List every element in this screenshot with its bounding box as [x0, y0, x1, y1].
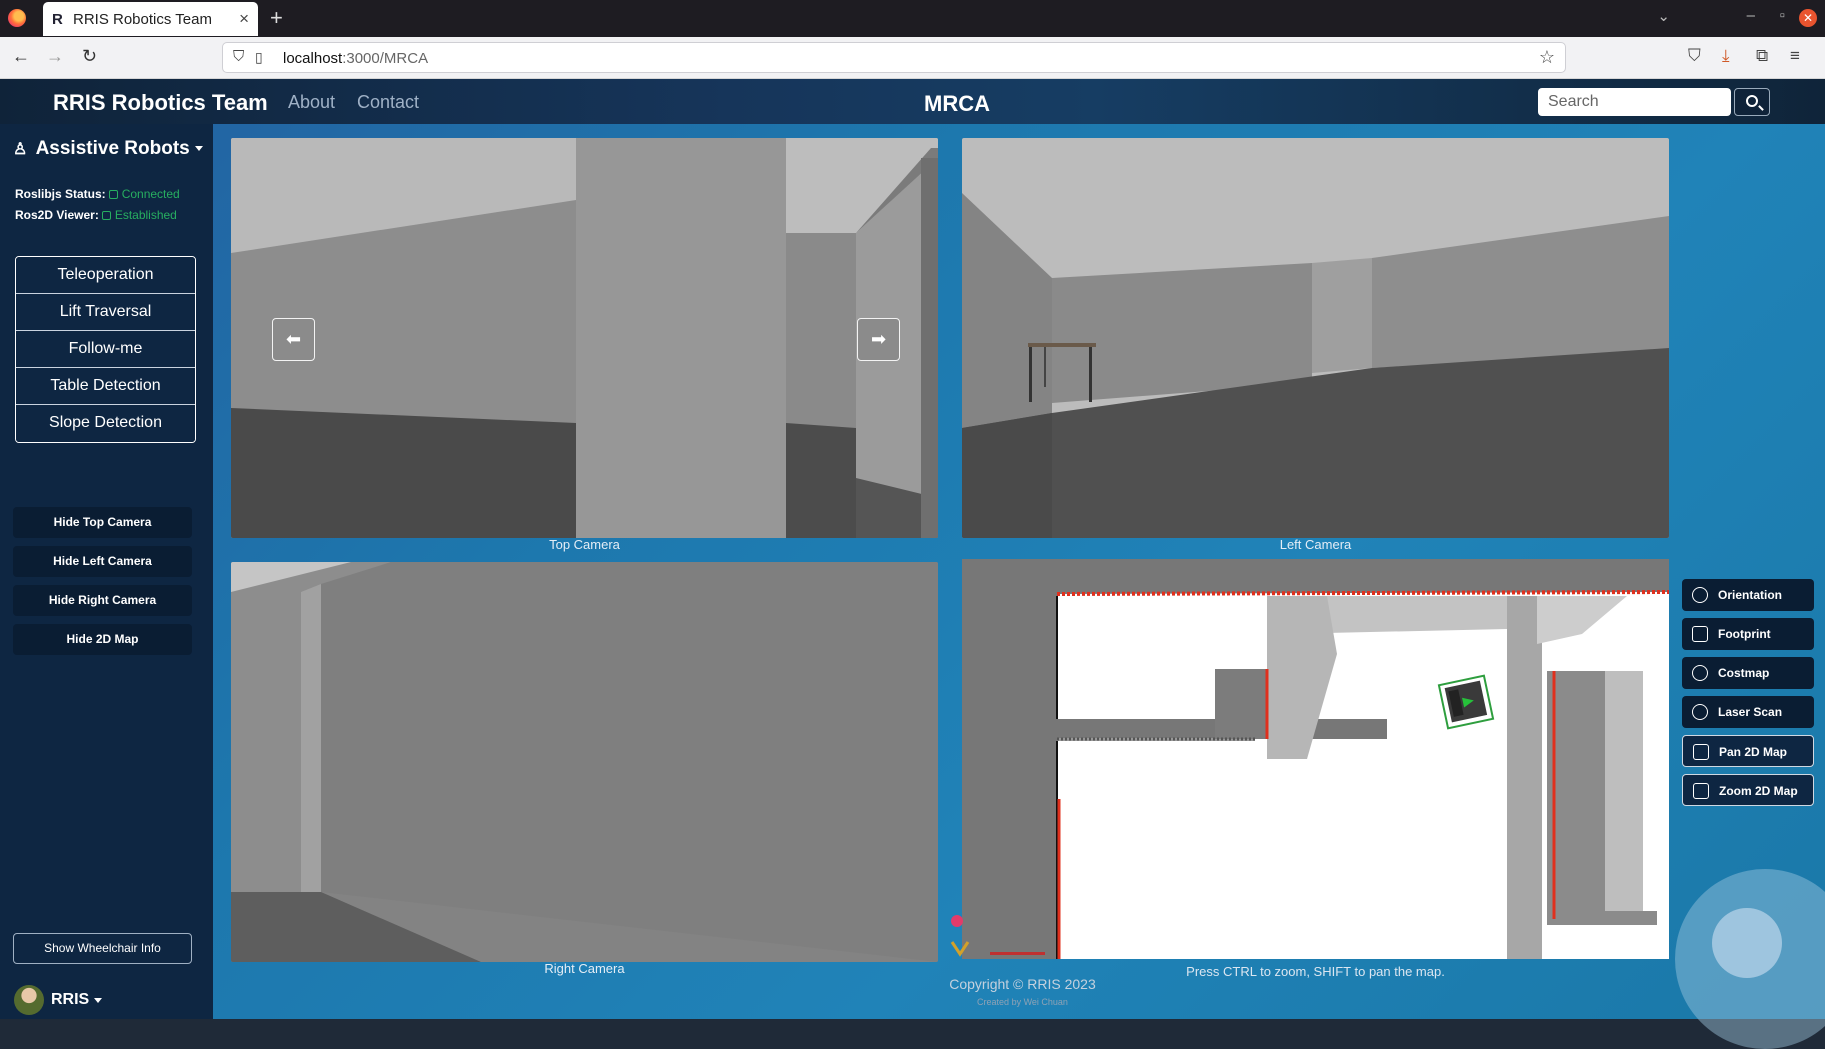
- sidebar: ♙ Assistive Robots Roslibjs Status: Conne…: [0, 124, 213, 1019]
- occupancy-grid-map: [962, 559, 1669, 959]
- roslibjs-status: Roslibjs Status: Connected: [15, 187, 180, 201]
- compass-icon: [1692, 587, 1708, 603]
- brand-title[interactable]: RRIS Robotics Team: [53, 90, 268, 116]
- minimize-icon[interactable]: –: [1747, 7, 1755, 24]
- app-root: RRIS Robotics Team About Contact MRCA ♙ …: [0, 79, 1825, 1049]
- hide-left-camera-button[interactable]: Hide Left Camera: [13, 546, 192, 577]
- footprint-button[interactable]: Footprint: [1682, 618, 1814, 650]
- pan-icon: [1693, 744, 1709, 760]
- search-icon: [1746, 95, 1758, 107]
- user-menu[interactable]: RRIS: [14, 985, 103, 1015]
- orientation-button[interactable]: Orientation: [1682, 579, 1814, 611]
- top-camera-view: [231, 138, 938, 538]
- right-camera-feed: [231, 562, 938, 962]
- camera-next-button[interactable]: ➡: [857, 318, 900, 361]
- app-navbar: RRIS Robotics Team About Contact MRCA: [0, 79, 1825, 124]
- costmap-button[interactable]: Costmap: [1682, 657, 1814, 689]
- laser-scan-button[interactable]: Laser Scan: [1682, 696, 1814, 728]
- tab-list-icon[interactable]: ⌄: [1657, 7, 1670, 25]
- footprint-icon: [1692, 626, 1708, 642]
- browser-toolbar: ← → ↻ ⛉ ▯ localhost:3000/MRCA ☆ ⛉ ⤓ ⧉ ≡: [0, 37, 1825, 79]
- status-badge: Established: [102, 208, 177, 222]
- page-title: MRCA: [924, 91, 990, 116]
- mode-teleoperation-button[interactable]: Teleoperation: [16, 257, 195, 294]
- mascot-logo-icon: [950, 915, 1045, 957]
- left-camera-view: [962, 138, 1669, 538]
- mode-button-group: Teleoperation Lift Traversal Follow-me T…: [15, 256, 196, 443]
- nav-contact[interactable]: Contact: [357, 92, 419, 113]
- firefox-icon: [8, 9, 26, 27]
- tab-close-icon[interactable]: ×: [239, 9, 249, 29]
- mode-table-detection-button[interactable]: Table Detection: [16, 368, 195, 405]
- favicon-icon: R: [52, 11, 63, 28]
- search-input[interactable]: [1538, 88, 1731, 116]
- joystick-knob[interactable]: [1712, 908, 1782, 978]
- mode-slope-detection-button[interactable]: Slope Detection: [16, 405, 195, 442]
- pocket-icon[interactable]: ⛉: [1688, 46, 1701, 66]
- downloads-icon[interactable]: ⤓: [1722, 46, 1730, 66]
- show-wheelchair-info-button[interactable]: Show Wheelchair Info: [13, 933, 192, 964]
- chevron-down-icon: [94, 997, 103, 1003]
- browser-chrome: R RRIS Robotics Team × + ⌄ – ▫ ✕ ← → ↻ ⛉…: [0, 0, 1825, 79]
- nav-about[interactable]: About: [288, 92, 335, 113]
- menu-icon[interactable]: ≡: [1790, 46, 1800, 66]
- mode-follow-me-button[interactable]: Follow-me: [16, 331, 195, 368]
- camera-prev-button[interactable]: ⬅: [272, 318, 315, 361]
- top-camera-feed: [231, 138, 938, 538]
- mode-lift-traversal-button[interactable]: Lift Traversal: [16, 294, 195, 331]
- chevron-down-icon: [194, 146, 203, 152]
- right-camera-label: Right Camera: [544, 961, 625, 976]
- shield-icon: ⛉: [233, 48, 245, 65]
- robot-icon: ♙: [13, 141, 28, 158]
- robot-selector-label: Assistive Robots: [35, 138, 190, 159]
- zoom-icon: [1693, 783, 1709, 799]
- right-camera-view: [231, 562, 938, 962]
- browser-tab[interactable]: R RRIS Robotics Team ×: [43, 2, 258, 36]
- top-camera-label: Top Camera: [549, 537, 620, 552]
- laser-icon: [1692, 704, 1708, 720]
- back-icon[interactable]: ←: [12, 46, 30, 67]
- page-info-icon: ▯: [255, 49, 263, 65]
- map-pin-icon: [1692, 665, 1708, 681]
- hide-top-camera-button[interactable]: Hide Top Camera: [13, 507, 192, 538]
- tab-title: RRIS Robotics Team: [73, 11, 212, 28]
- copyright: Copyright © RRIS 2023: [949, 976, 1096, 992]
- extensions-icon[interactable]: ⧉: [1756, 46, 1768, 66]
- window-close-icon[interactable]: ✕: [1799, 9, 1817, 27]
- search-button[interactable]: [1734, 88, 1770, 116]
- left-camera-label: Left Camera: [1279, 537, 1352, 552]
- zoom-2d-map-button[interactable]: Zoom 2D Map: [1682, 774, 1814, 806]
- forward-icon[interactable]: →: [46, 46, 64, 67]
- tab-strip: R RRIS Robotics Team × + ⌄ – ▫ ✕: [0, 0, 1825, 37]
- avatar: [14, 985, 44, 1015]
- bookmark-star-icon[interactable]: ☆: [1539, 47, 1555, 68]
- hide-right-camera-button[interactable]: Hide Right Camera: [13, 585, 192, 616]
- left-camera-feed: [962, 138, 1669, 538]
- status-badge: Connected: [109, 187, 180, 201]
- credit: Created by Wei Chuan: [977, 997, 1068, 1007]
- user-name: RRIS: [51, 991, 90, 1009]
- new-tab-icon[interactable]: +: [270, 5, 283, 31]
- ros2d-status: Ros2D Viewer: Established: [15, 208, 177, 222]
- robot-selector-dropdown[interactable]: ♙ Assistive Robots: [13, 138, 203, 160]
- hide-2d-map-button[interactable]: Hide 2D Map: [13, 624, 192, 655]
- map-2d-view[interactable]: [962, 559, 1669, 959]
- url-text[interactable]: localhost:3000/MRCA: [283, 50, 428, 67]
- pan-2d-map-button[interactable]: Pan 2D Map: [1682, 735, 1814, 767]
- reload-icon[interactable]: ↻: [82, 46, 97, 67]
- restore-icon[interactable]: ▫: [1780, 7, 1785, 24]
- address-bar[interactable]: ⛉ ▯ localhost:3000/MRCA ☆: [222, 42, 1566, 73]
